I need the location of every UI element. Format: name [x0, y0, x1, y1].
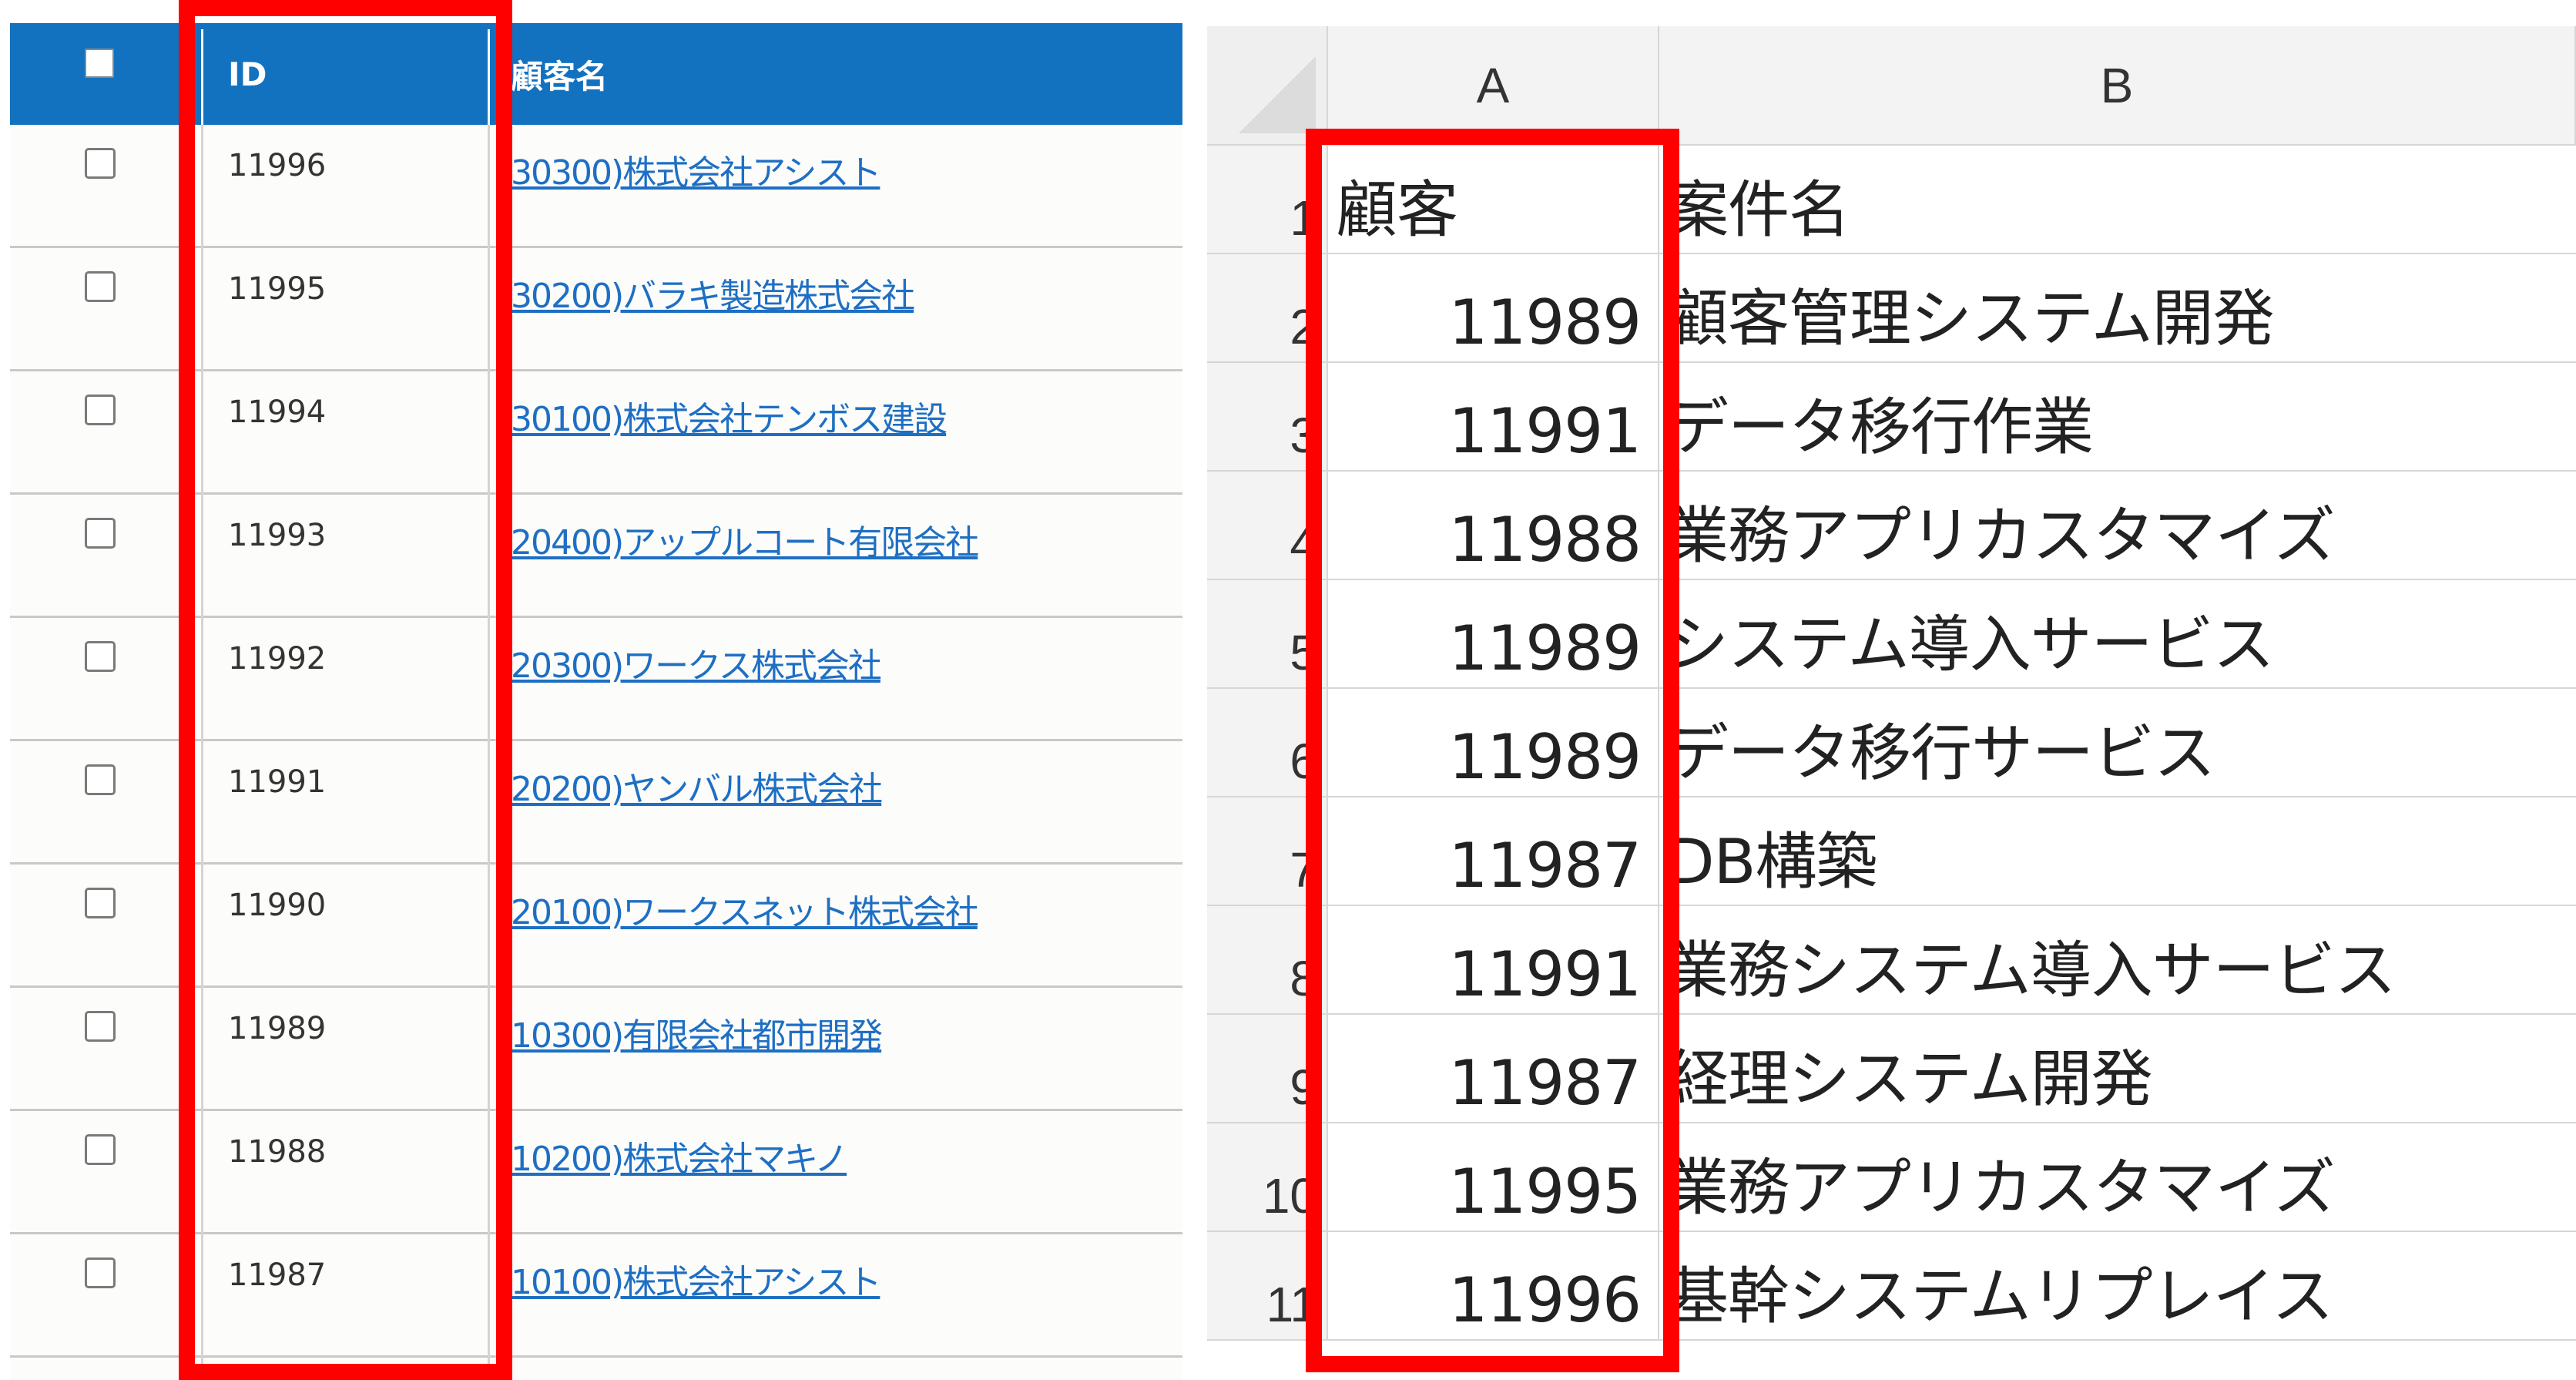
customer-link[interactable]: 20300)ワークス株式会社 [511, 638, 882, 687]
select-all-checkbox[interactable] [85, 49, 114, 78]
cell-b7[interactable]: DB構築 [1659, 797, 2576, 906]
customer-column-highlight [1306, 129, 1679, 1372]
row-checkbox[interactable] [85, 1134, 116, 1165]
customer-link[interactable]: 30300)株式会社アシスト [511, 145, 881, 194]
row-checkbox[interactable] [85, 148, 116, 179]
customer-link[interactable]: 20200)ヤンバル株式会社 [511, 761, 883, 811]
customer-link[interactable]: 20100)ワークスネット株式会社 [511, 885, 979, 934]
cell-b6[interactable]: データ移行サービス [1659, 689, 2576, 797]
cell-b4[interactable]: 業務アプリカスタマイズ [1659, 472, 2576, 580]
select-all-corner[interactable] [1207, 26, 1328, 146]
header-customer-name[interactable]: 顧客名 [511, 23, 608, 125]
row-checkbox[interactable] [85, 764, 116, 795]
id-column-highlight [179, 0, 512, 1380]
row-checkbox[interactable] [85, 641, 116, 672]
cell-b10[interactable]: 業務アプリカスタマイズ [1659, 1123, 2576, 1232]
cell-b5[interactable]: システム導入サービス [1659, 580, 2576, 689]
cell-b1[interactable]: 案件名 [1659, 146, 2576, 254]
column-header-b[interactable]: B [1659, 26, 2576, 146]
customer-link[interactable]: 10100)株式会社アシスト [511, 1254, 881, 1304]
cell-b9[interactable]: 経理システム開発 [1659, 1015, 2576, 1123]
cell-b8[interactable]: 業務システム導入サービス [1659, 906, 2576, 1015]
customer-link[interactable]: 10300)有限会社都市開発 [511, 1008, 883, 1057]
column-header-a[interactable]: A [1328, 26, 1659, 146]
row-checkbox[interactable] [85, 1011, 116, 1042]
row-checkbox[interactable] [85, 395, 116, 425]
row-checkbox[interactable] [85, 518, 116, 549]
row-checkbox[interactable] [85, 1257, 116, 1288]
cell-b2[interactable]: 顧客管理システム開発 [1659, 254, 2576, 363]
customer-link[interactable]: 30100)株式会社テンボス建設 [511, 391, 948, 441]
cell-b11[interactable]: 基幹システムリプレイス [1659, 1232, 2576, 1341]
customer-link[interactable]: 20400)アップルコート有限会社 [511, 515, 979, 564]
row-checkbox[interactable] [85, 271, 116, 302]
row-checkbox[interactable] [85, 888, 116, 918]
customer-link[interactable]: 30200)バラキ製造株式会社 [511, 268, 915, 317]
customer-link[interactable]: 10200)株式会社マキノ [511, 1131, 848, 1180]
cell-b3[interactable]: データ移行作業 [1659, 363, 2576, 472]
